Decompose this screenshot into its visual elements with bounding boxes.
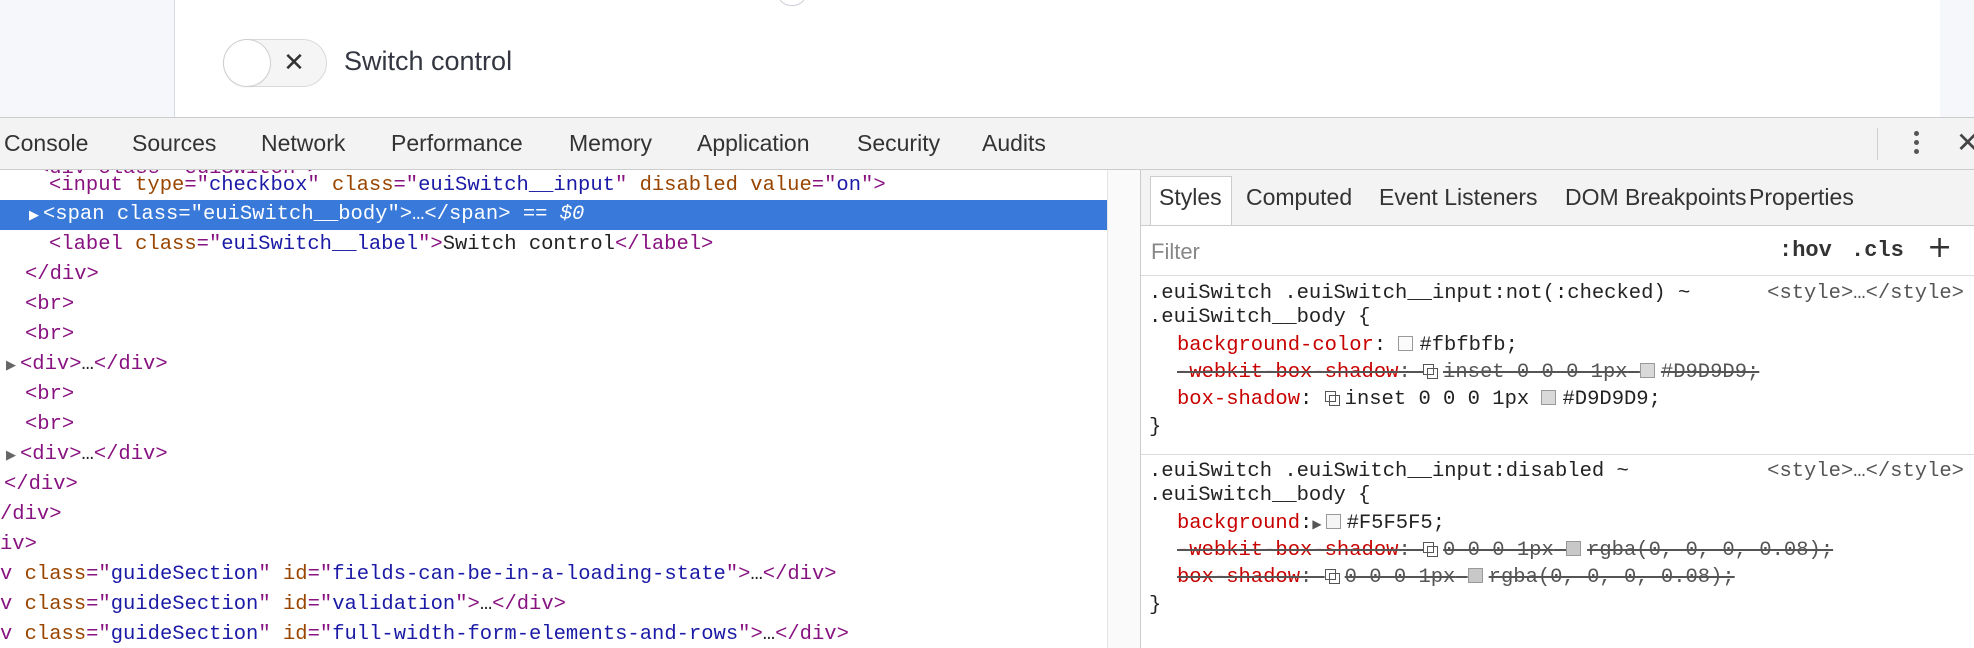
dom-line[interactable]: </div> [0, 260, 1107, 290]
rule-source-link[interactable]: <style>…</style> [1767, 460, 1964, 483]
tab-sources[interactable]: Sources [132, 130, 216, 157]
expand-triangle-icon[interactable]: ▶ [1312, 511, 1321, 538]
shadow-editor-icon[interactable] [1324, 569, 1340, 584]
switch-control[interactable]: ✕ [224, 40, 326, 86]
tab-computed[interactable]: Computed [1246, 184, 1352, 211]
styles-sidebar: Styles Computed Event Listeners DOM Brea… [1141, 170, 1974, 648]
tab-event-listeners[interactable]: Event Listeners [1379, 184, 1538, 211]
rule-selector-line2: .euiSwitch__body { [1149, 484, 1371, 507]
tab-divider [1877, 128, 1878, 160]
tab-properties[interactable]: Properties [1749, 184, 1854, 211]
new-rule-plus-icon[interactable]: + [1927, 230, 1952, 265]
partial-knob [779, 0, 805, 6]
elements-scrollbar[interactable] [1107, 170, 1141, 648]
dom-line[interactable]: iv> [0, 530, 1107, 560]
filter-bar: :hov .cls + [1141, 226, 1974, 276]
tab-application[interactable]: Application [697, 130, 810, 157]
selected-ref: == $0 [522, 203, 585, 226]
dom-line-selected[interactable]: ▶ <span class="euiSwitch__body">…</span> … [0, 200, 1107, 230]
tab-performance[interactable]: Performance [391, 130, 523, 157]
vertical-dots-icon[interactable] [1906, 127, 1926, 161]
class-toggle-button[interactable]: .cls [1851, 238, 1904, 263]
close-icon: ✕ [283, 48, 305, 78]
switch-knob [224, 40, 270, 86]
dom-line[interactable]: <br> [0, 410, 1107, 440]
shadow-editor-icon[interactable] [1324, 391, 1340, 406]
rule-selector-line1: .euiSwitch .euiSwitch__input:disabled ~ [1149, 460, 1629, 483]
expand-triangle-icon[interactable]: ▶ [6, 351, 20, 381]
rule-selector-line1: .euiSwitch .euiSwitch__input:not(:checke… [1149, 282, 1691, 305]
color-swatch-icon[interactable] [1639, 363, 1655, 378]
preview-scrollbar[interactable] [1940, 0, 1974, 117]
color-swatch-icon[interactable] [1398, 336, 1414, 351]
page-preview: ✕ Switch control [0, 0, 1974, 117]
css-declaration-overridden[interactable]: -webkit-box-shadow: 0 0 0 1px rgba(0, 0,… [1177, 537, 1833, 564]
elements-panel: <div class="euiSwitch"> <input type="che… [0, 170, 1107, 648]
css-declaration[interactable]: background-color: #fbfbfb; [1177, 332, 1518, 359]
dom-line[interactable]: <label class="euiSwitch__label">Switch c… [0, 230, 1107, 260]
expand-triangle-icon[interactable]: ▶ [6, 441, 20, 471]
css-declaration-overridden[interactable]: -webkit-box-shadow: inset 0 0 0 1px #D9D… [1177, 359, 1759, 386]
rule-source-link[interactable]: <style>…</style> [1767, 282, 1964, 305]
dom-line[interactable]: /div> [0, 500, 1107, 530]
tab-styles[interactable]: Styles [1159, 184, 1222, 211]
dom-line[interactable]: ▶ <div>…</div> [0, 350, 1107, 380]
color-swatch-icon[interactable] [1467, 568, 1483, 583]
style-rule: .euiSwitch .euiSwitch__input:not(:checke… [1141, 276, 1974, 455]
switch-label[interactable]: Switch control [344, 46, 512, 77]
hover-state-button[interactable]: :hov [1779, 238, 1832, 263]
expand-triangle-icon[interactable]: ▶ [29, 201, 43, 231]
tab-memory[interactable]: Memory [569, 130, 652, 157]
dom-line[interactable]: <br> [0, 380, 1107, 410]
tab-security[interactable]: Security [857, 130, 940, 157]
dom-line[interactable]: <input type="checkbox" class="euiSwitch_… [0, 171, 1107, 201]
sidebar-tabbar: Styles Computed Event Listeners DOM Brea… [1141, 170, 1974, 226]
css-declaration-overridden[interactable]: box-shadow: 0 0 0 1px rgba(0, 0, 0, 0.08… [1177, 564, 1735, 591]
rule-close-brace: } [1149, 416, 1162, 439]
styles-filter-input[interactable] [1149, 236, 1713, 268]
devtools-tabbar: Console Sources Network Performance Memo… [0, 117, 1974, 170]
tab-dom-breakpoints[interactable]: DOM Breakpoints [1565, 184, 1747, 211]
dom-line[interactable]: v class="guideSection" id="validation">…… [0, 590, 1107, 620]
style-rule: .euiSwitch .euiSwitch__input:disabled ~ … [1141, 454, 1974, 648]
shadow-editor-icon[interactable] [1423, 542, 1439, 557]
css-declaration[interactable]: background:▶ #F5F5F5; [1177, 510, 1445, 537]
dom-line[interactable]: v class="guideSection" id="fields-can-be… [0, 560, 1107, 590]
rule-close-brace: } [1149, 594, 1162, 617]
css-declaration[interactable]: box-shadow: inset 0 0 0 1px #D9D9D9; [1177, 386, 1661, 413]
close-devtools-icon[interactable]: ✕ [1956, 126, 1974, 159]
tab-audits[interactable]: Audits [982, 130, 1046, 157]
color-swatch-icon[interactable] [1566, 541, 1582, 556]
rule-selector-line2: .euiSwitch__body { [1149, 306, 1371, 329]
color-swatch-icon[interactable] [1325, 514, 1341, 529]
dom-line[interactable]: </div> [0, 470, 1107, 500]
dom-line[interactable]: v class="guideSection" id="full-width-fo… [0, 620, 1107, 648]
dom-line[interactable]: ▶ <div>…</div> [0, 440, 1107, 470]
dom-line[interactable]: <br> [0, 320, 1107, 350]
tab-network[interactable]: Network [261, 130, 345, 157]
tab-console[interactable]: Console [4, 130, 88, 157]
dom-line[interactable]: <br> [0, 290, 1107, 320]
shadow-editor-icon[interactable] [1423, 364, 1439, 379]
color-swatch-icon[interactable] [1541, 390, 1557, 405]
